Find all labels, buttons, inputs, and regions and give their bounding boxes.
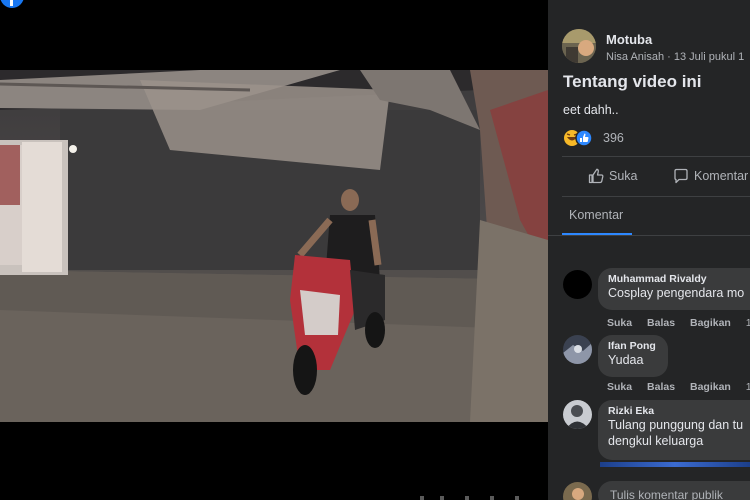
facebook-logo-icon [0,0,24,8]
post-date[interactable]: 13 Juli pukul 1 [674,51,744,63]
like-label: Suka [609,169,638,183]
divider [562,156,750,157]
post-author[interactable]: Nisa Anisah [606,51,664,63]
comment-bubble: Rizki Eka Tulang punggung dan tu dengkul… [598,400,750,460]
comment-text: Cosplay pengendara mo [608,286,745,300]
comment-input[interactable]: Tulis komentar publik [598,481,750,500]
meta-separator: · [667,51,674,63]
avatar [563,482,592,500]
divider [548,235,750,236]
comment-text: Yudaa [608,353,644,367]
page-avatar[interactable] [562,29,596,63]
comment-actions: Suka Balas Bagikan 18 [607,317,750,329]
reaction-count[interactable]: 396 [603,131,624,145]
like-reaction-icon [575,129,593,147]
page-name[interactable]: Motuba [606,32,652,47]
comment-author[interactable]: Muhammad Rivaldy [608,273,750,285]
divider [562,196,750,197]
comment-reply-link[interactable]: Balas [647,317,675,329]
comment-label: Komentar [694,169,749,183]
avatar[interactable] [563,270,592,299]
comment-share-link[interactable]: Bagikan [690,317,731,329]
avatar[interactable] [563,335,592,364]
comment-time[interactable]: 1 [746,381,750,393]
comment-time[interactable]: 18 [746,317,750,329]
comment-like-link[interactable]: Suka [607,381,632,393]
comment-bubble: Ifan Pong Yudaa [598,335,668,377]
comment-author[interactable]: Ifan Pong [608,340,658,352]
post-meta: Nisa Anisah · 13 Juli pukul 1 [606,51,744,63]
tab-comments[interactable]: Komentar [569,208,623,222]
avatar[interactable] [563,400,592,429]
comment-actions: Suka Balas Bagikan 1 [607,381,750,393]
video-progress-strip [420,496,519,500]
like-button[interactable]: Suka [588,164,638,188]
comment-share-link[interactable]: Bagikan [690,381,731,393]
comment-image-strip [600,462,750,467]
video-frame[interactable] [0,70,548,422]
comment-text-line-2: dengkul keluarga [608,434,704,448]
comment-like-link[interactable]: Suka [607,317,632,329]
video-scene [0,70,548,422]
comment-reply-link[interactable]: Balas [647,381,675,393]
thumbs-up-icon [588,168,604,184]
video-player[interactable] [0,0,548,500]
post-details-panel: Motuba Nisa Anisah · 13 Juli pukul 1 Ten… [548,0,750,500]
section-title: Tentang video ini [563,72,702,91]
speech-bubble-icon [674,168,688,184]
comment-text: Tulang punggung dan tu [608,418,744,432]
post-caption: eet dahh.. [563,103,619,117]
comment-button[interactable]: Komentar [673,164,748,188]
comment-author[interactable]: Rizki Eka [608,405,750,417]
comment-bubble: Muhammad Rivaldy Cosplay pengendara mo [598,268,750,310]
reaction-summary[interactable] [562,128,642,148]
